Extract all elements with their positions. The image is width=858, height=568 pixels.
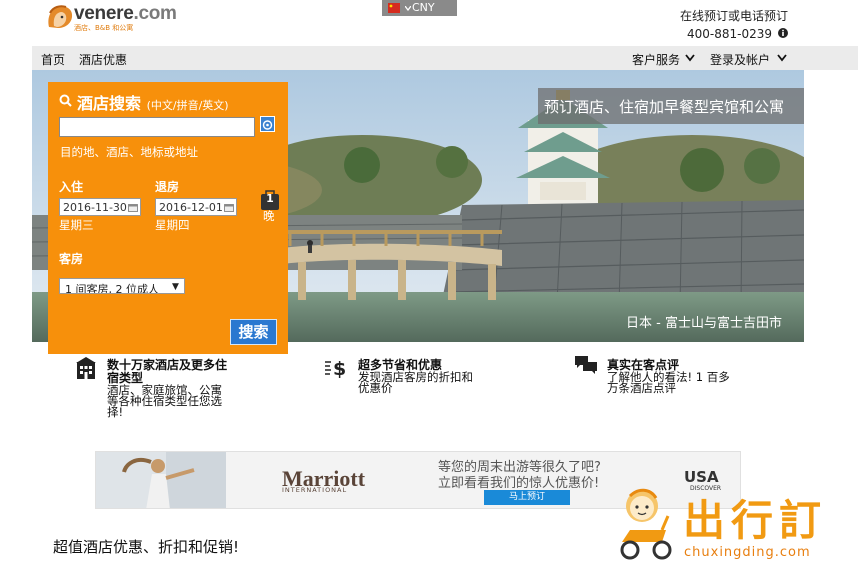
- checkin-label: 入住: [59, 180, 84, 194]
- nav-hotel-deals[interactable]: 酒店优惠: [79, 51, 127, 68]
- target-icon: [262, 120, 273, 130]
- feature-hotels: 数十万家酒店及更多住 宿类型 酒店、家庭旅馆、公寓 等各种住宿类型任您选 择!: [107, 359, 257, 418]
- search-title: 酒店搜索 (中文/拼音/英文): [77, 94, 229, 113]
- search-button[interactable]: 搜索: [230, 319, 277, 345]
- checkin-date-field[interactable]: 2016-11-30: [59, 198, 141, 216]
- checkout-date-field[interactable]: 2016-12-01: [155, 198, 237, 216]
- ad-usa-logo: USA: [684, 468, 719, 486]
- feature-reviews: 真实在客点评 了解他人的看法! 1 百多 万条酒店点评: [607, 359, 757, 394]
- chevron-down-icon: [405, 6, 411, 11]
- ad-book-now-button[interactable]: 马上预订: [484, 490, 570, 505]
- hero-caption: 预订酒店、住宿加早餐型宾馆和公寓: [538, 88, 804, 124]
- chat-icon: [575, 356, 597, 374]
- calendar-icon[interactable]: [128, 203, 138, 212]
- ad-photo: [96, 452, 226, 508]
- watermark-logo: 出行訂: [683, 496, 828, 545]
- rooms-guests-select[interactable]: 1 间客房, 2 位成人 ▼: [59, 278, 185, 294]
- currency-label: CNY: [412, 1, 435, 14]
- mascot-scooter-icon: [620, 488, 672, 560]
- calendar-icon[interactable]: [224, 203, 234, 212]
- building-icon: [76, 357, 96, 379]
- destination-hint: 目的地、酒店、地标或地址: [60, 145, 198, 159]
- ad-brand-sub: INTERNATIONAL: [282, 486, 348, 494]
- rooms-guests-value: 1 间客房, 2 位成人: [65, 283, 159, 294]
- checkout-date-value: 2016-12-01: [159, 201, 223, 214]
- logo-tagline: 酒店、B&B 和公寓: [74, 24, 134, 32]
- feature-desc: 优惠价: [358, 381, 393, 395]
- nav-customer-service[interactable]: 客户服务: [632, 51, 680, 68]
- checkout-label: 退房: [155, 180, 180, 194]
- checkin-date-value: 2016-11-30: [63, 201, 127, 214]
- nights-label: 晚: [263, 209, 275, 223]
- deals-section-title: 超值酒店优惠、折扣和促销!: [53, 538, 240, 556]
- venere-logo[interactable]: venere.com 酒店、B&B 和公寓: [46, 3, 196, 32]
- dollar-icon: $: [325, 358, 346, 380]
- info-icon[interactable]: [778, 28, 788, 38]
- china-flag-icon: [388, 3, 400, 13]
- chevron-down-icon: [685, 54, 695, 62]
- phone-number: 400-881-0239: [686, 27, 772, 41]
- dropdown-arrow-icon: ▼: [172, 282, 179, 292]
- chevron-down-icon: [777, 54, 787, 62]
- feature-desc: 等各种住宿类型任您选: [107, 394, 222, 408]
- hero-photo-credit: 日本 - 富士山与富士吉田市: [626, 316, 782, 331]
- ad-subheadline: 立即看看我们的惊人优惠价!: [438, 476, 600, 491]
- hotel-search-panel: 酒店搜索 (中文/拼音/英文) 目的地、酒店、地标或地址 入住 退房 2016-…: [48, 82, 288, 354]
- checkin-weekday: 星期三: [59, 218, 94, 232]
- watermark-url: chuxingding.com: [684, 545, 811, 560]
- hero-caption-text: 预订酒店、住宿加早餐型宾馆和公寓: [544, 98, 785, 116]
- feature-desc: 万条酒店点评: [607, 381, 676, 395]
- search-icon: [59, 94, 72, 107]
- feature-desc: 择!: [107, 405, 124, 419]
- rooms-label: 客房: [59, 252, 84, 266]
- svg-text:$: $: [333, 358, 346, 380]
- locate-button[interactable]: [260, 116, 275, 132]
- feature-savings: 超多节省和优惠 发现酒店客房的折扣和 优惠价: [358, 359, 508, 394]
- logo-wordmark: venere.com: [74, 3, 177, 24]
- destination-input[interactable]: [59, 117, 255, 137]
- phone-booking-label: 在线预订或电话预订: [679, 9, 788, 23]
- nav-home[interactable]: 首页: [41, 51, 65, 68]
- currency-selector[interactable]: CNY: [382, 0, 457, 16]
- checkout-weekday: 星期四: [155, 218, 190, 232]
- nav-login[interactable]: 登录及帐户: [710, 51, 770, 68]
- logo-face-icon: [48, 5, 73, 28]
- nights-count: 1: [266, 192, 274, 205]
